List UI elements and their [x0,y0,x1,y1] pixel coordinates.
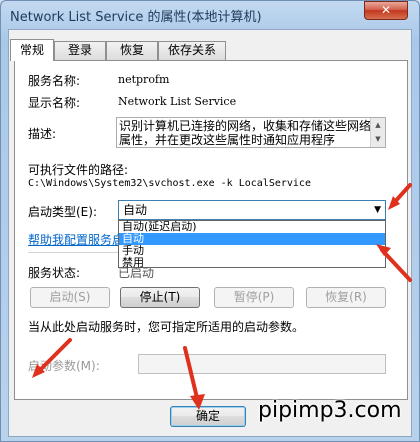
exe-path-value: C:\Windows\System32\svchost.exe -k Local… [28,178,311,189]
startup-option-delayed[interactable]: 自动(延迟启动) [119,221,385,233]
start-params-label: 启动参数(M): [28,359,100,373]
pause-button[interactable]: 暂停(P) [214,287,294,308]
description-text: 识别计算机已连接的网络，收集和存储这些网络的属性，并在更改这些属性时通知应用程序 [119,119,384,147]
start-button[interactable]: 启动(S) [30,287,110,308]
description-scrollbar[interactable]: ▲ ▼ [370,118,385,147]
close-button[interactable]: ✕ [364,1,408,20]
resume-button[interactable]: 恢复(R) [306,287,386,308]
exe-path-label: 可执行文件的路径: [28,163,129,177]
startup-option-auto[interactable]: 自动 [119,233,385,245]
tab-logon[interactable]: 登录 [54,41,106,60]
startup-option-disabled[interactable]: 禁用 [119,257,385,269]
service-name-value: netprofm [118,73,170,86]
display-name-value: Network List Service [118,95,237,108]
tab-dependencies[interactable]: 依存关系 [158,41,226,60]
startup-type-selected: 自动 [123,203,148,217]
service-status-label: 服务状态: [28,266,81,280]
startup-option-manual[interactable]: 手动 [119,245,385,257]
startup-type-label: 启动类型(E): [28,205,97,219]
display-name-label: 显示名称: [28,96,81,110]
tab-recovery[interactable]: 恢复 [106,41,158,60]
startup-type-select[interactable]: 自动 ▼ [118,200,386,220]
start-params-hint: 当从此处启动服务时，您可指定所适用的启动参数。 [28,320,305,334]
ok-button[interactable]: 确定 [170,406,246,427]
start-params-input[interactable] [138,354,386,374]
stop-button[interactable]: 停止(T) [120,287,200,308]
chevron-down-icon[interactable]: ▼ [374,201,381,219]
description-box[interactable]: 识别计算机已连接的网络，收集和存储这些网络的属性，并在更改这些属性时通知应用程序… [116,117,386,148]
startup-type-dropdown: 自动(延迟启动) 自动 手动 禁用 [118,220,386,269]
service-name-label: 服务名称: [28,74,81,88]
watermark: pipimp3.com [258,398,402,423]
description-label: 描述: [28,127,57,141]
window-title: Network List Service 的属性(本地计算机) [10,10,262,25]
tab-general[interactable]: 常规 [10,39,54,61]
